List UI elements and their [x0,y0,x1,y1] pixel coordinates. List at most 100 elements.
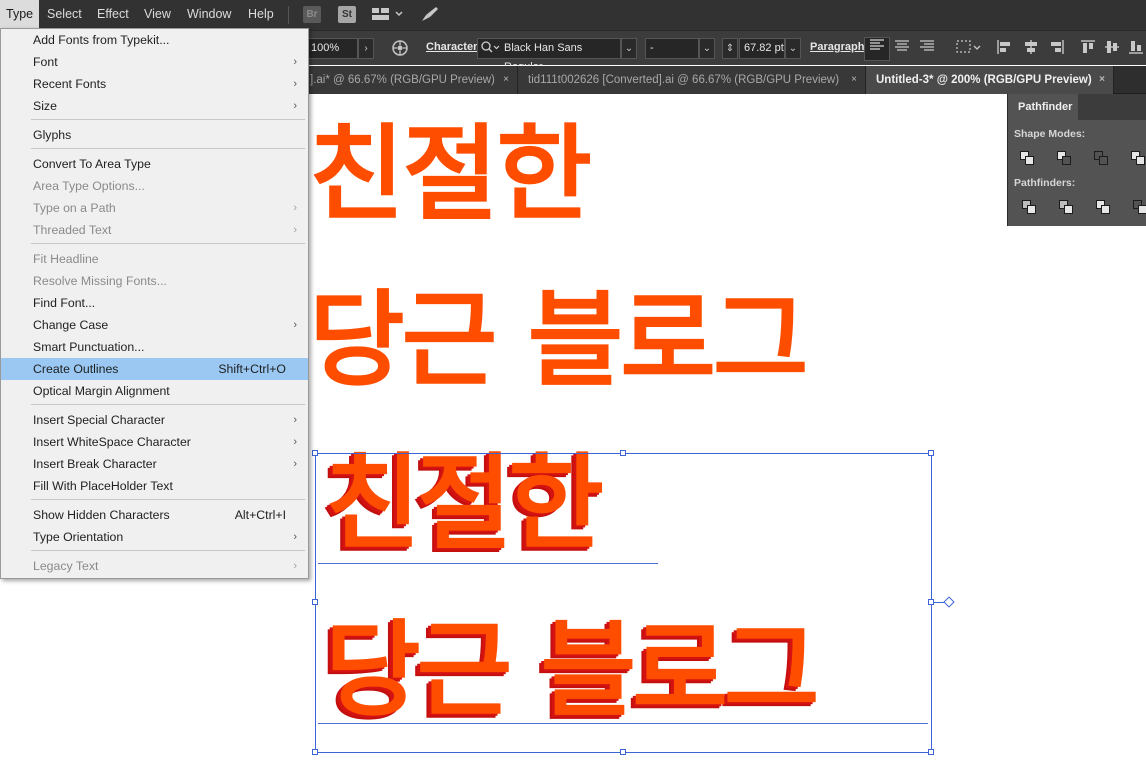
trim-icon[interactable] [1059,200,1073,214]
menu-item-legacy-text[interactable]: Legacy Text › [1,555,308,577]
selection-bounding-box[interactable] [315,453,932,753]
menu-item-create-outlines[interactable]: Create Outlines Shift+Ctrl+O [1,358,308,380]
menu-item-type-on-a-path[interactable]: Type on a Path › [1,197,308,219]
font-style-field[interactable]: - [645,38,699,59]
menu-item-insert-whitespace-character[interactable]: Insert WhiteSpace Character › [1,431,308,453]
tab-document-1[interactable]: ].ai* @ 66.67% (RGB/GPU Preview) × [300,66,518,94]
close-icon[interactable]: × [503,66,509,94]
opacity-field[interactable]: 100% [306,38,358,59]
menu-item-label: Area Type Options... [33,179,145,193]
bridge-badge[interactable]: Br [303,6,321,23]
transform-icon[interactable] [956,39,984,59]
text-out-port[interactable] [943,596,955,608]
pathfinder-panel: Pathfinder Shape Modes: Pathfinders: [1007,94,1146,226]
intersect-icon[interactable] [1094,151,1108,165]
minus-front-icon[interactable] [1057,151,1071,165]
canvas-text-line-2[interactable]: 당근 블로그 [309,288,809,392]
menu-item-change-case[interactable]: Change Case › [1,314,308,336]
menu-item-label: Find Font... [33,296,96,310]
font-size-field[interactable]: 67.82 pt [739,38,785,59]
menu-item-optical-margin-alignment[interactable]: Optical Margin Alignment [1,380,308,402]
pathfinder-tab[interactable]: Pathfinder [1008,94,1078,120]
submenu-arrow-icon: › [293,202,297,214]
menu-item-label: Resolve Missing Fonts... [33,274,167,288]
menu-effect[interactable]: Effect [91,0,135,28]
menu-item-type-orientation[interactable]: Type Orientation › [1,526,308,548]
menu-type[interactable]: Type [0,0,40,28]
menu-item-label: Legacy Text [33,559,99,573]
align-objects-middle-icon[interactable] [1104,39,1120,59]
unite-icon[interactable] [1020,151,1034,165]
menu-item-resolve-missing-fonts[interactable]: Resolve Missing Fonts... [1,270,308,292]
align-objects-bottom-icon[interactable] [1128,39,1144,59]
divide-icon[interactable] [1022,200,1036,214]
exclude-icon[interactable] [1131,151,1145,165]
menu-item-insert-break-character[interactable]: Insert Break Character › [1,453,308,475]
menu-item-recent-fonts[interactable]: Recent Fonts › [1,73,308,95]
submenu-arrow-icon: › [293,531,297,543]
canvas-text-line-1[interactable]: 친절한 [309,122,592,226]
menu-item-glyphs[interactable]: Glyphs [1,124,308,146]
selection-handle[interactable] [620,749,626,755]
close-icon[interactable]: × [851,66,857,94]
close-icon[interactable]: × [1099,66,1105,94]
tab-label: tid111t002626 [Converted].ai @ 66.67% (R… [528,74,840,86]
opacity-arrow-button[interactable]: › [358,38,374,59]
selection-handle[interactable] [928,450,934,456]
menu-select[interactable]: Select [41,0,88,28]
merge-icon[interactable] [1096,200,1110,214]
menu-item-fit-headline[interactable]: Fit Headline [1,248,308,270]
align-objects-top-icon[interactable] [1080,39,1096,59]
menu-item-shortcut: Alt+Ctrl+I [234,508,286,522]
align-objects-right-icon[interactable] [1049,39,1065,59]
font-size-stepper[interactable]: ⇕ [722,38,738,59]
menu-item-show-hidden-characters[interactable]: Show Hidden Characters Alt+Ctrl+I [1,504,308,526]
crop-icon[interactable] [1133,200,1146,214]
paragraph-label[interactable]: Paragraph: [810,41,868,53]
align-center-icon[interactable] [894,39,910,57]
align-objects-left-icon[interactable] [996,39,1012,59]
menu-help[interactable]: Help [242,0,280,28]
recolor-artwork-icon[interactable] [391,39,409,61]
menu-item-threaded-text[interactable]: Threaded Text › [1,219,308,241]
menu-item-convert-to-area-type[interactable]: Convert To Area Type [1,153,308,175]
submenu-arrow-icon: › [293,56,297,68]
menu-item-find-font[interactable]: Find Font... [1,292,308,314]
menu-item-label: Size [33,99,57,113]
menu-separator [31,499,305,500]
menu-item-label: Optical Margin Alignment [33,384,170,398]
menu-item-size[interactable]: Size › [1,95,308,117]
tab-document-2[interactable]: tid111t002626 [Converted].ai @ 66.67% (R… [518,66,866,94]
tab-label: Untitled-3* @ 200% (RGB/GPU Preview) [876,74,1092,86]
menu-window[interactable]: Window [181,0,237,28]
character-label[interactable]: Character: [426,41,481,53]
selection-handle[interactable] [312,749,318,755]
font-family-dropdown[interactable]: ⌄ [621,38,637,59]
workspace-layout-icon[interactable] [372,6,404,25]
tab-document-3[interactable]: Untitled-3* @ 200% (RGB/GPU Preview) × [866,66,1114,94]
menu-item-label: Font [33,55,58,69]
menu-view[interactable]: View [138,0,177,28]
menu-item-area-type-options[interactable]: Area Type Options... [1,175,308,197]
menu-item-add-fonts-from-typekit[interactable]: Add Fonts from Typekit... [1,29,308,51]
menu-item-fill-with-placeholder-text[interactable]: Fill With PlaceHolder Text [1,475,308,497]
font-style-dropdown[interactable]: ⌄ [699,38,715,59]
align-right-icon[interactable] [919,39,935,57]
rocket-icon[interactable] [420,5,440,26]
menu-item-smart-punctuation[interactable]: Smart Punctuation... [1,336,308,358]
type-menu-dropdown: Add Fonts from Typekit... Font › Recent F… [0,28,309,579]
align-left-icon[interactable] [864,37,890,61]
stock-badge[interactable]: St [338,6,356,23]
menu-item-font[interactable]: Font › [1,51,308,73]
font-size-dropdown[interactable]: ⌄ [785,38,801,59]
menu-item-label: Insert WhiteSpace Character [33,435,191,449]
selection-handle[interactable] [312,450,318,456]
menu-item-label: Threaded Text [33,223,112,237]
selection-handle[interactable] [312,599,318,605]
submenu-arrow-icon: › [293,436,297,448]
align-objects-center-icon[interactable] [1023,39,1039,59]
selection-handle[interactable] [620,450,626,456]
selection-handle[interactable] [928,749,934,755]
menu-item-label: Recent Fonts [33,77,107,91]
menu-item-insert-special-character[interactable]: Insert Special Character › [1,409,308,431]
